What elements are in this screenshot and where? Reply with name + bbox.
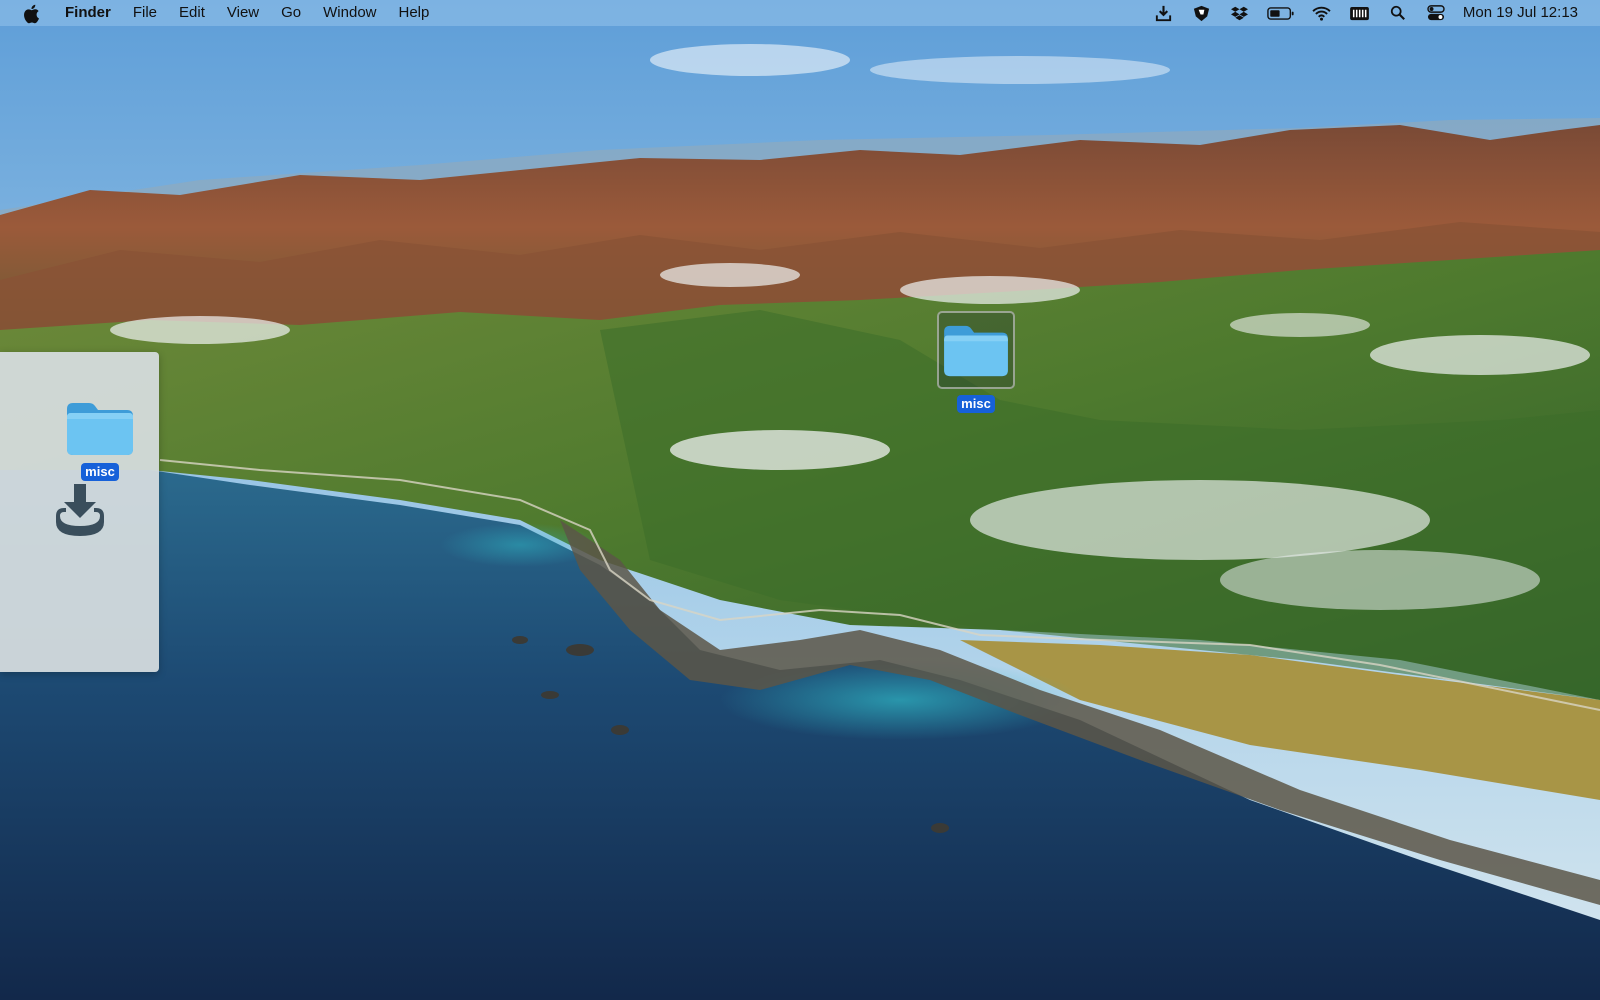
shield-icon[interactable] xyxy=(1190,3,1214,23)
menu-help[interactable]: Help xyxy=(388,0,441,26)
menu-app-finder[interactable]: Finder xyxy=(55,0,122,26)
download-icon[interactable] xyxy=(1152,3,1176,23)
menu-bar: Finder File Edit View Go Window Help Mon… xyxy=(0,0,1600,26)
menu-edit[interactable]: Edit xyxy=(168,0,216,26)
status-area: Mon 19 Jul 12:13 xyxy=(1145,0,1600,26)
folder-selection-frame xyxy=(937,311,1015,389)
desktop-wallpaper xyxy=(0,0,1600,1000)
folder-label: misc xyxy=(957,395,995,413)
menu-view[interactable]: View xyxy=(216,0,270,26)
panel-folder-label: misc xyxy=(81,463,119,481)
desktop[interactable]: Finder File Edit View Go Window Help Mon… xyxy=(0,0,1600,1000)
download-tray-icon xyxy=(56,484,104,536)
battery-icon[interactable] xyxy=(1266,3,1296,23)
folder-icon xyxy=(944,325,1008,377)
panel-folder-misc[interactable]: misc xyxy=(59,395,141,481)
menu-go[interactable]: Go xyxy=(270,0,312,26)
menu-window[interactable]: Window xyxy=(312,0,387,26)
control-center-icon[interactable] xyxy=(1424,3,1448,23)
keyboard-icon[interactable] xyxy=(1348,3,1372,23)
search-icon[interactable] xyxy=(1386,3,1410,23)
dropbox-icon[interactable] xyxy=(1228,3,1252,23)
menu-file[interactable]: File xyxy=(122,0,168,26)
drop-target-panel[interactable]: misc xyxy=(0,352,159,672)
apple-menu-icon[interactable] xyxy=(23,4,40,23)
menu-clock[interactable]: Mon 19 Jul 12:13 xyxy=(1463,0,1578,26)
panel-folder-frame xyxy=(63,395,137,461)
folder-icon xyxy=(67,403,133,455)
menu-bar-left: Finder File Edit View Go Window Help xyxy=(0,0,440,26)
wifi-icon[interactable] xyxy=(1310,3,1334,23)
desktop-folder-misc[interactable]: misc xyxy=(935,311,1017,413)
